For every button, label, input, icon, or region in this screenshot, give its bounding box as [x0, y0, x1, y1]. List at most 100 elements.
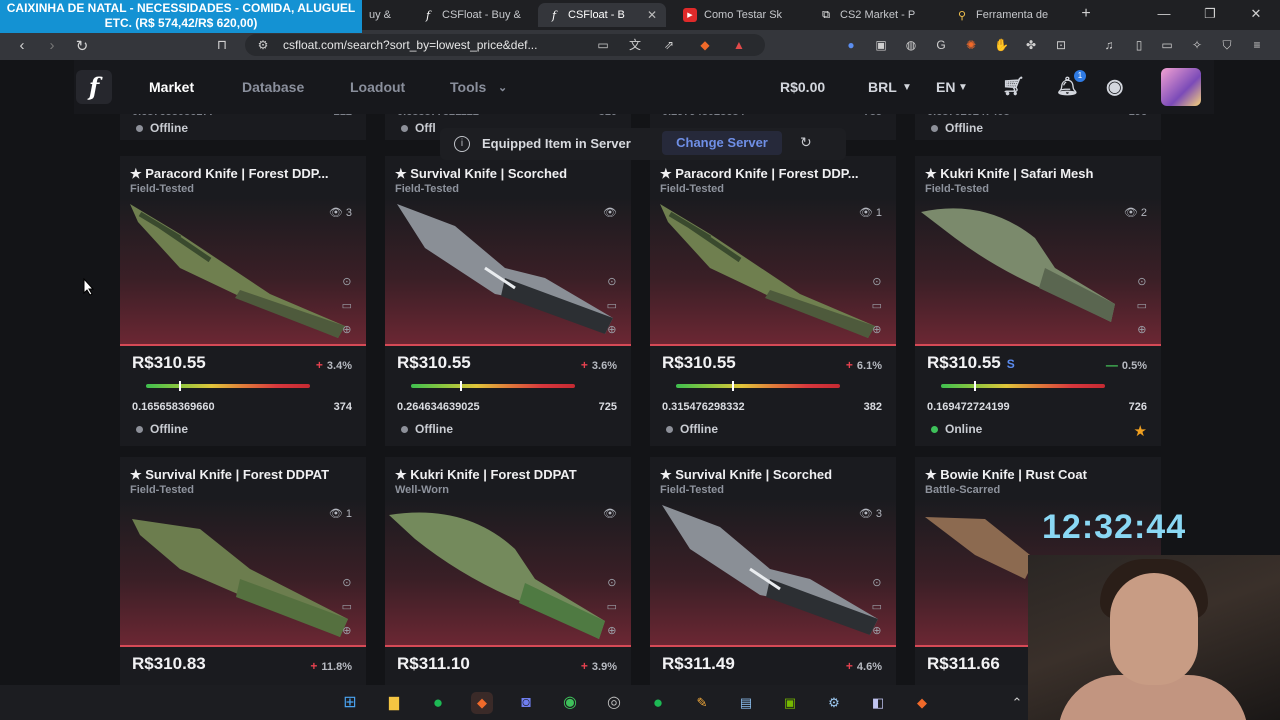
screenshot-icon[interactable]: ⊙: [1137, 270, 1147, 294]
item-image[interactable]: [385, 198, 631, 346]
bookmark-icon[interactable]: ⊓: [214, 37, 230, 53]
sidebar-icon[interactable]: ▯: [1132, 38, 1146, 52]
listing-card[interactable]: ★ Paracord Knife | Forest DDP... Field-T…: [650, 156, 896, 446]
item-image[interactable]: [120, 198, 366, 346]
app-icon[interactable]: ◧: [867, 692, 889, 714]
gpu-icon[interactable]: ▣: [779, 692, 801, 714]
inspect-icon[interactable]: ▭: [607, 595, 617, 619]
extension-6-icon[interactable]: ⊡: [1054, 38, 1068, 52]
item-image[interactable]: [650, 198, 896, 346]
nav-loadout[interactable]: Loadout: [350, 79, 405, 95]
browser-tab-6[interactable]: ⚲ Ferramenta de: [946, 3, 1074, 27]
chevron-down-icon[interactable]: ⌄: [498, 81, 507, 94]
screenshot-icon[interactable]: ⊙: [872, 571, 882, 595]
csfloat-logo[interactable]: f: [76, 70, 112, 104]
spotify-icon[interactable]: ●: [427, 692, 449, 714]
back-icon[interactable]: ‹: [14, 37, 30, 54]
zoom-icon[interactable]: ⊕: [872, 318, 882, 342]
extension-1-icon[interactable]: ●: [844, 38, 858, 52]
extension-3-icon[interactable]: ◍: [904, 38, 918, 52]
item-image[interactable]: [120, 499, 366, 647]
steam-overlay-icon[interactable]: ◎: [603, 692, 625, 714]
site-info-icon[interactable]: ⚙: [256, 38, 270, 52]
pen-icon[interactable]: ✎: [691, 692, 713, 714]
listing-card[interactable]: ★ Survival Knife | Forest DDPAT Field-Te…: [120, 457, 366, 685]
inspect-icon[interactable]: ▭: [607, 294, 617, 318]
zoom-icon[interactable]: ⊕: [872, 619, 882, 643]
nav-database[interactable]: Database: [242, 79, 304, 95]
screenshot-icon[interactable]: ⊙: [607, 571, 617, 595]
brave-shield-icon[interactable]: ◆: [698, 38, 712, 52]
browser-tab-5[interactable]: ⧉ CS2 Market - P: [810, 3, 938, 27]
browser-tab-4[interactable]: ▶ Como Testar Sk: [674, 3, 802, 27]
close-window-icon[interactable]: ✕: [1246, 6, 1266, 22]
extensions-icon[interactable]: ✤: [1024, 38, 1038, 52]
minimize-icon[interactable]: —: [1154, 6, 1174, 21]
avatar[interactable]: [1161, 68, 1201, 106]
extension-4-icon[interactable]: ✺: [964, 38, 978, 52]
spotify-icon[interactable]: ●: [647, 692, 669, 714]
refresh-icon[interactable]: ↻: [800, 134, 812, 151]
inspect-icon[interactable]: ▭: [872, 595, 882, 619]
menu-icon[interactable]: ≡: [1250, 38, 1264, 52]
url-field[interactable]: csfloat.com/search?sort_by=lowest_price&…: [245, 34, 765, 56]
cast-icon[interactable]: ▭: [596, 38, 610, 52]
zoom-icon[interactable]: ⊕: [342, 619, 352, 643]
browser-tab-2[interactable]: f CSFloat - Buy &: [412, 3, 534, 27]
brave-rewards-icon[interactable]: ▲: [732, 38, 746, 52]
change-server-button[interactable]: Change Server: [662, 131, 782, 155]
balance[interactable]: R$0.00: [780, 79, 825, 95]
whatsapp-icon[interactable]: ◉: [559, 692, 581, 714]
cart-icon[interactable]: 🛒︎: [1002, 76, 1025, 97]
inspect-icon[interactable]: ▭: [342, 595, 352, 619]
chevron-up-icon[interactable]: ⌃: [1006, 692, 1028, 714]
listing-card[interactable]: ★ Kukri Knife | Forest DDPAT Well-Worn 👁…: [385, 457, 631, 685]
item-image[interactable]: [650, 499, 896, 647]
translate-icon[interactable]: 文: [628, 38, 642, 52]
screenshot-icon[interactable]: ⊙: [872, 270, 882, 294]
screenshot-icon[interactable]: ⊙: [342, 571, 352, 595]
reload-icon[interactable]: ↻: [74, 37, 90, 55]
item-image[interactable]: [385, 499, 631, 647]
inspect-icon[interactable]: ▭: [1137, 294, 1147, 318]
inspect-icon[interactable]: ▭: [342, 294, 352, 318]
extension-2-icon[interactable]: ▣: [874, 38, 888, 52]
listing-card[interactable]: ★ Survival Knife | Scorched Field-Tested…: [650, 457, 896, 685]
listing-card[interactable]: ★ Kukri Knife | Safari Mesh Field-Tested…: [915, 156, 1161, 446]
zoom-icon[interactable]: ⊕: [607, 619, 617, 643]
share-icon[interactable]: ⇗: [662, 38, 676, 52]
currency-select[interactable]: BRL: [868, 79, 897, 95]
palette-icon[interactable]: ◉: [1106, 74, 1123, 99]
discord-icon[interactable]: ◙: [515, 692, 537, 714]
browser-tab-1[interactable]: uy &: [360, 3, 410, 27]
zoom-icon[interactable]: ⊕: [342, 318, 352, 342]
star-icon[interactable]: ★: [1134, 422, 1147, 440]
zoom-icon[interactable]: ⊕: [607, 318, 617, 342]
language-select[interactable]: EN: [936, 79, 955, 95]
notepad-icon[interactable]: ▤: [735, 692, 757, 714]
vpn-icon[interactable]: ⛉: [1220, 38, 1234, 52]
screenshot-icon[interactable]: ⊙: [342, 270, 352, 294]
brave-icon[interactable]: ◆: [471, 692, 493, 714]
wallet-icon[interactable]: ▭: [1160, 38, 1174, 52]
listing-card[interactable]: ★ Survival Knife | Scorched Field-Tested…: [385, 156, 631, 446]
item-image[interactable]: [915, 198, 1161, 346]
media-icon[interactable]: ♫: [1102, 38, 1116, 52]
extension-5-icon[interactable]: ✋: [994, 38, 1009, 52]
folder-icon[interactable]: ▇: [383, 692, 405, 714]
browser-tab-active[interactable]: f CSFloat - B ✕: [538, 3, 666, 27]
restore-icon[interactable]: ❐: [1200, 6, 1220, 22]
nav-market[interactable]: Market: [149, 79, 194, 95]
inspect-icon[interactable]: ▭: [872, 294, 882, 318]
forward-icon[interactable]: ›: [44, 37, 60, 54]
extension-g-icon[interactable]: G: [934, 38, 948, 52]
nav-tools[interactable]: Tools: [450, 79, 486, 95]
zoom-icon[interactable]: ⊕: [1137, 318, 1147, 342]
leo-icon[interactable]: ✧: [1190, 38, 1204, 52]
screenshot-icon[interactable]: ⊙: [607, 270, 617, 294]
steam-icon[interactable]: ⚙: [823, 692, 845, 714]
brave-icon[interactable]: ◆: [911, 692, 933, 714]
close-icon[interactable]: ✕: [647, 8, 657, 22]
new-tab-button[interactable]: +: [1076, 5, 1096, 23]
windows-icon[interactable]: ⊞: [339, 692, 361, 714]
